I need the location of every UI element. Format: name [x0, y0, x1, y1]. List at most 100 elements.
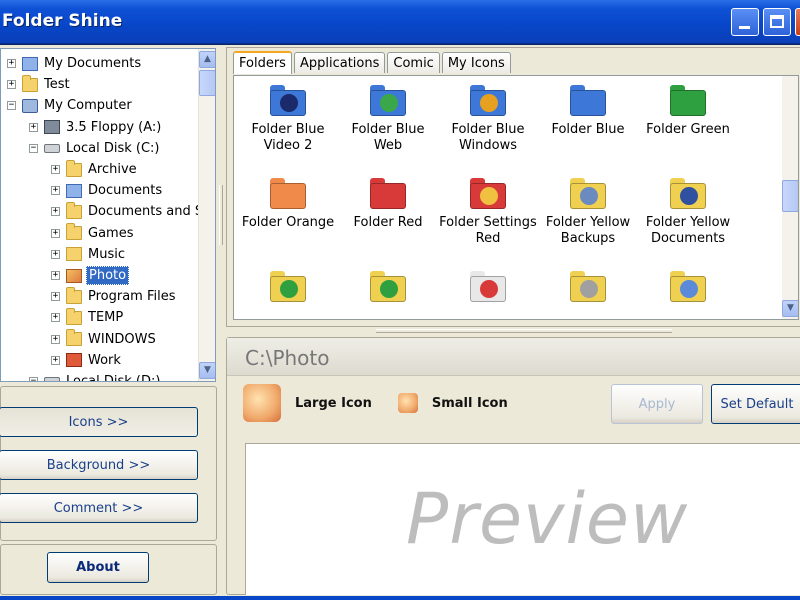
- tree-expander-icon[interactable]: +: [51, 186, 60, 196]
- folder-icon-item[interactable]: Folder Blue Windows: [438, 82, 538, 154]
- tab-applications[interactable]: Applications: [293, 52, 386, 73]
- tree-expander-icon[interactable]: +: [51, 228, 60, 238]
- tree-item-icon: [66, 353, 82, 368]
- tree-item-icon: [66, 329, 82, 347]
- folder-icon-label: Folder Blue: [551, 122, 625, 137]
- folder-icon-label: Windows: [458, 138, 518, 153]
- folder-icon-item[interactable]: [338, 268, 438, 308]
- tree-item[interactable]: + Program Files: [51, 286, 178, 307]
- tree-expander-icon[interactable]: +: [51, 249, 60, 259]
- tab-folders[interactable]: Folders: [233, 51, 292, 74]
- tree-item[interactable]: + Documents: [51, 180, 164, 201]
- folder-icon-item[interactable]: Folder Red: [338, 175, 438, 231]
- tree-expander-icon[interactable]: +: [7, 59, 16, 68]
- folder-icon-item[interactable]: Folder Settings Red: [438, 175, 538, 247]
- tree-item-label: Work: [88, 352, 121, 368]
- preview-area: Preview: [245, 443, 800, 595]
- scroll-down-button[interactable]: ▼: [199, 362, 215, 379]
- tree-item-icon: [66, 183, 82, 198]
- tree-expander-icon[interactable]: +: [29, 122, 38, 132]
- about-panel: About: [0, 544, 217, 595]
- maximize-button[interactable]: [763, 8, 791, 36]
- tree-item[interactable]: − Local Disk (C:): [29, 138, 161, 159]
- folder-preview-icon: [568, 82, 608, 116]
- tree-item-label: Test: [44, 77, 70, 93]
- folder-preview-icon: [468, 175, 508, 209]
- close-button[interactable]: [795, 8, 800, 36]
- minimize-button[interactable]: [731, 8, 759, 36]
- tree-item[interactable]: +3.5 Floppy (A:): [29, 117, 163, 138]
- folder-icon-item[interactable]: Folder Yellow Backups: [538, 175, 638, 247]
- tree-item-icon: [44, 143, 60, 153]
- folder-preview-icon: [268, 82, 308, 116]
- tree-expander-icon[interactable]: +: [51, 355, 60, 365]
- folder-icon-item[interactable]: [438, 268, 538, 308]
- tree-expander-icon[interactable]: +: [51, 207, 60, 217]
- tree-expander-icon[interactable]: −: [29, 143, 38, 153]
- tree-item[interactable]: + Games: [51, 223, 135, 244]
- tab-my-icons[interactable]: My Icons: [441, 52, 511, 73]
- tab-comic[interactable]: Comic: [387, 52, 440, 73]
- folder-icon-label: Folder Blue: [351, 122, 425, 137]
- comment-button[interactable]: Comment >>: [0, 493, 198, 523]
- tree-item-icon: [66, 159, 82, 177]
- tree-item[interactable]: + Photo: [51, 265, 130, 286]
- set-default-button[interactable]: Set Default: [711, 384, 800, 424]
- preview-text: Preview: [406, 478, 689, 560]
- tree-expander-icon[interactable]: +: [51, 334, 60, 344]
- tree-item-label: Photo: [86, 266, 130, 285]
- tree-expander-icon[interactable]: +: [7, 80, 16, 90]
- apply-button[interactable]: Apply: [611, 384, 703, 424]
- tree-expander-icon[interactable]: +: [51, 165, 60, 174]
- folder-preview-icon: [668, 82, 708, 116]
- background-button[interactable]: Background >>: [0, 450, 198, 480]
- folder-icon-item[interactable]: Folder Blue: [538, 82, 638, 138]
- tree-item-icon: [44, 120, 60, 135]
- about-button[interactable]: About: [47, 552, 149, 583]
- tree-item[interactable]: − Local Disk (D:): [29, 371, 162, 381]
- tree-item[interactable]: + My Documents: [7, 53, 143, 74]
- folder-icon-item[interactable]: Folder Blue Web: [338, 82, 438, 154]
- tree-expander-icon[interactable]: +: [51, 292, 60, 302]
- tree-expander-icon[interactable]: −: [7, 101, 16, 111]
- tree-item-label: Music: [88, 246, 125, 262]
- tab-strip: Folders Applications Comic My Icons: [233, 51, 513, 74]
- folder-tree[interactable]: − Local Disk (D:) + Work + WINDOWS + TEMP + Progr…: [0, 48, 216, 382]
- icon-grid-scrollbar[interactable]: ▼: [782, 76, 798, 319]
- scroll-thumb[interactable]: [199, 70, 215, 96]
- folder-icon-item[interactable]: [638, 268, 738, 308]
- folder-icon-label: Folder Blue: [251, 122, 325, 137]
- folder-icon-item[interactable]: Folder Blue Video 2: [238, 82, 338, 154]
- icons-button[interactable]: Icons >>: [0, 407, 198, 437]
- folder-icon-item[interactable]: [238, 268, 338, 308]
- tree-scrollbar[interactable]: ▲ ▼: [198, 49, 215, 381]
- icon-grid-scroll-down[interactable]: ▼: [782, 300, 798, 317]
- tree-item[interactable]: + WINDOWS: [51, 329, 158, 350]
- tree-item[interactable]: − My Computer: [7, 95, 134, 116]
- horizontal-splitter[interactable]: [376, 329, 672, 333]
- scroll-up-button[interactable]: ▲: [199, 51, 215, 68]
- tree-item[interactable]: + Work: [51, 350, 123, 371]
- tree-item[interactable]: + Documents and S: [51, 201, 205, 222]
- tree-item-label: TEMP: [88, 310, 124, 326]
- folder-icon-item[interactable]: Folder Yellow Documents: [638, 175, 738, 247]
- tree-item[interactable]: + Music: [51, 244, 127, 265]
- tree-expander-icon[interactable]: +: [51, 313, 60, 323]
- vertical-splitter[interactable]: [219, 185, 223, 245]
- folder-icon-item[interactable]: Folder Green: [638, 82, 738, 138]
- title-bar: Folder Shine: [0, 0, 800, 44]
- folder-icon-item[interactable]: [538, 268, 638, 308]
- tree-item[interactable]: + TEMP: [51, 307, 125, 328]
- large-icon-label: Large Icon: [295, 395, 372, 411]
- tree-expander-icon[interactable]: −: [29, 377, 38, 381]
- tree-item[interactable]: + Test: [7, 74, 72, 95]
- tree-expander-icon[interactable]: +: [51, 271, 60, 280]
- folder-preview-icon: [568, 268, 608, 302]
- icon-grid-scroll-thumb[interactable]: [782, 180, 798, 212]
- tree-item[interactable]: + Archive: [51, 159, 139, 180]
- folder-icon-item[interactable]: Folder Orange: [238, 175, 338, 231]
- tree-item-label: Archive: [88, 162, 137, 177]
- tree-item-label: Local Disk (C:): [66, 140, 160, 156]
- current-path: C:\Photo: [245, 346, 330, 370]
- folder-icon-label: Folder Blue: [451, 122, 525, 137]
